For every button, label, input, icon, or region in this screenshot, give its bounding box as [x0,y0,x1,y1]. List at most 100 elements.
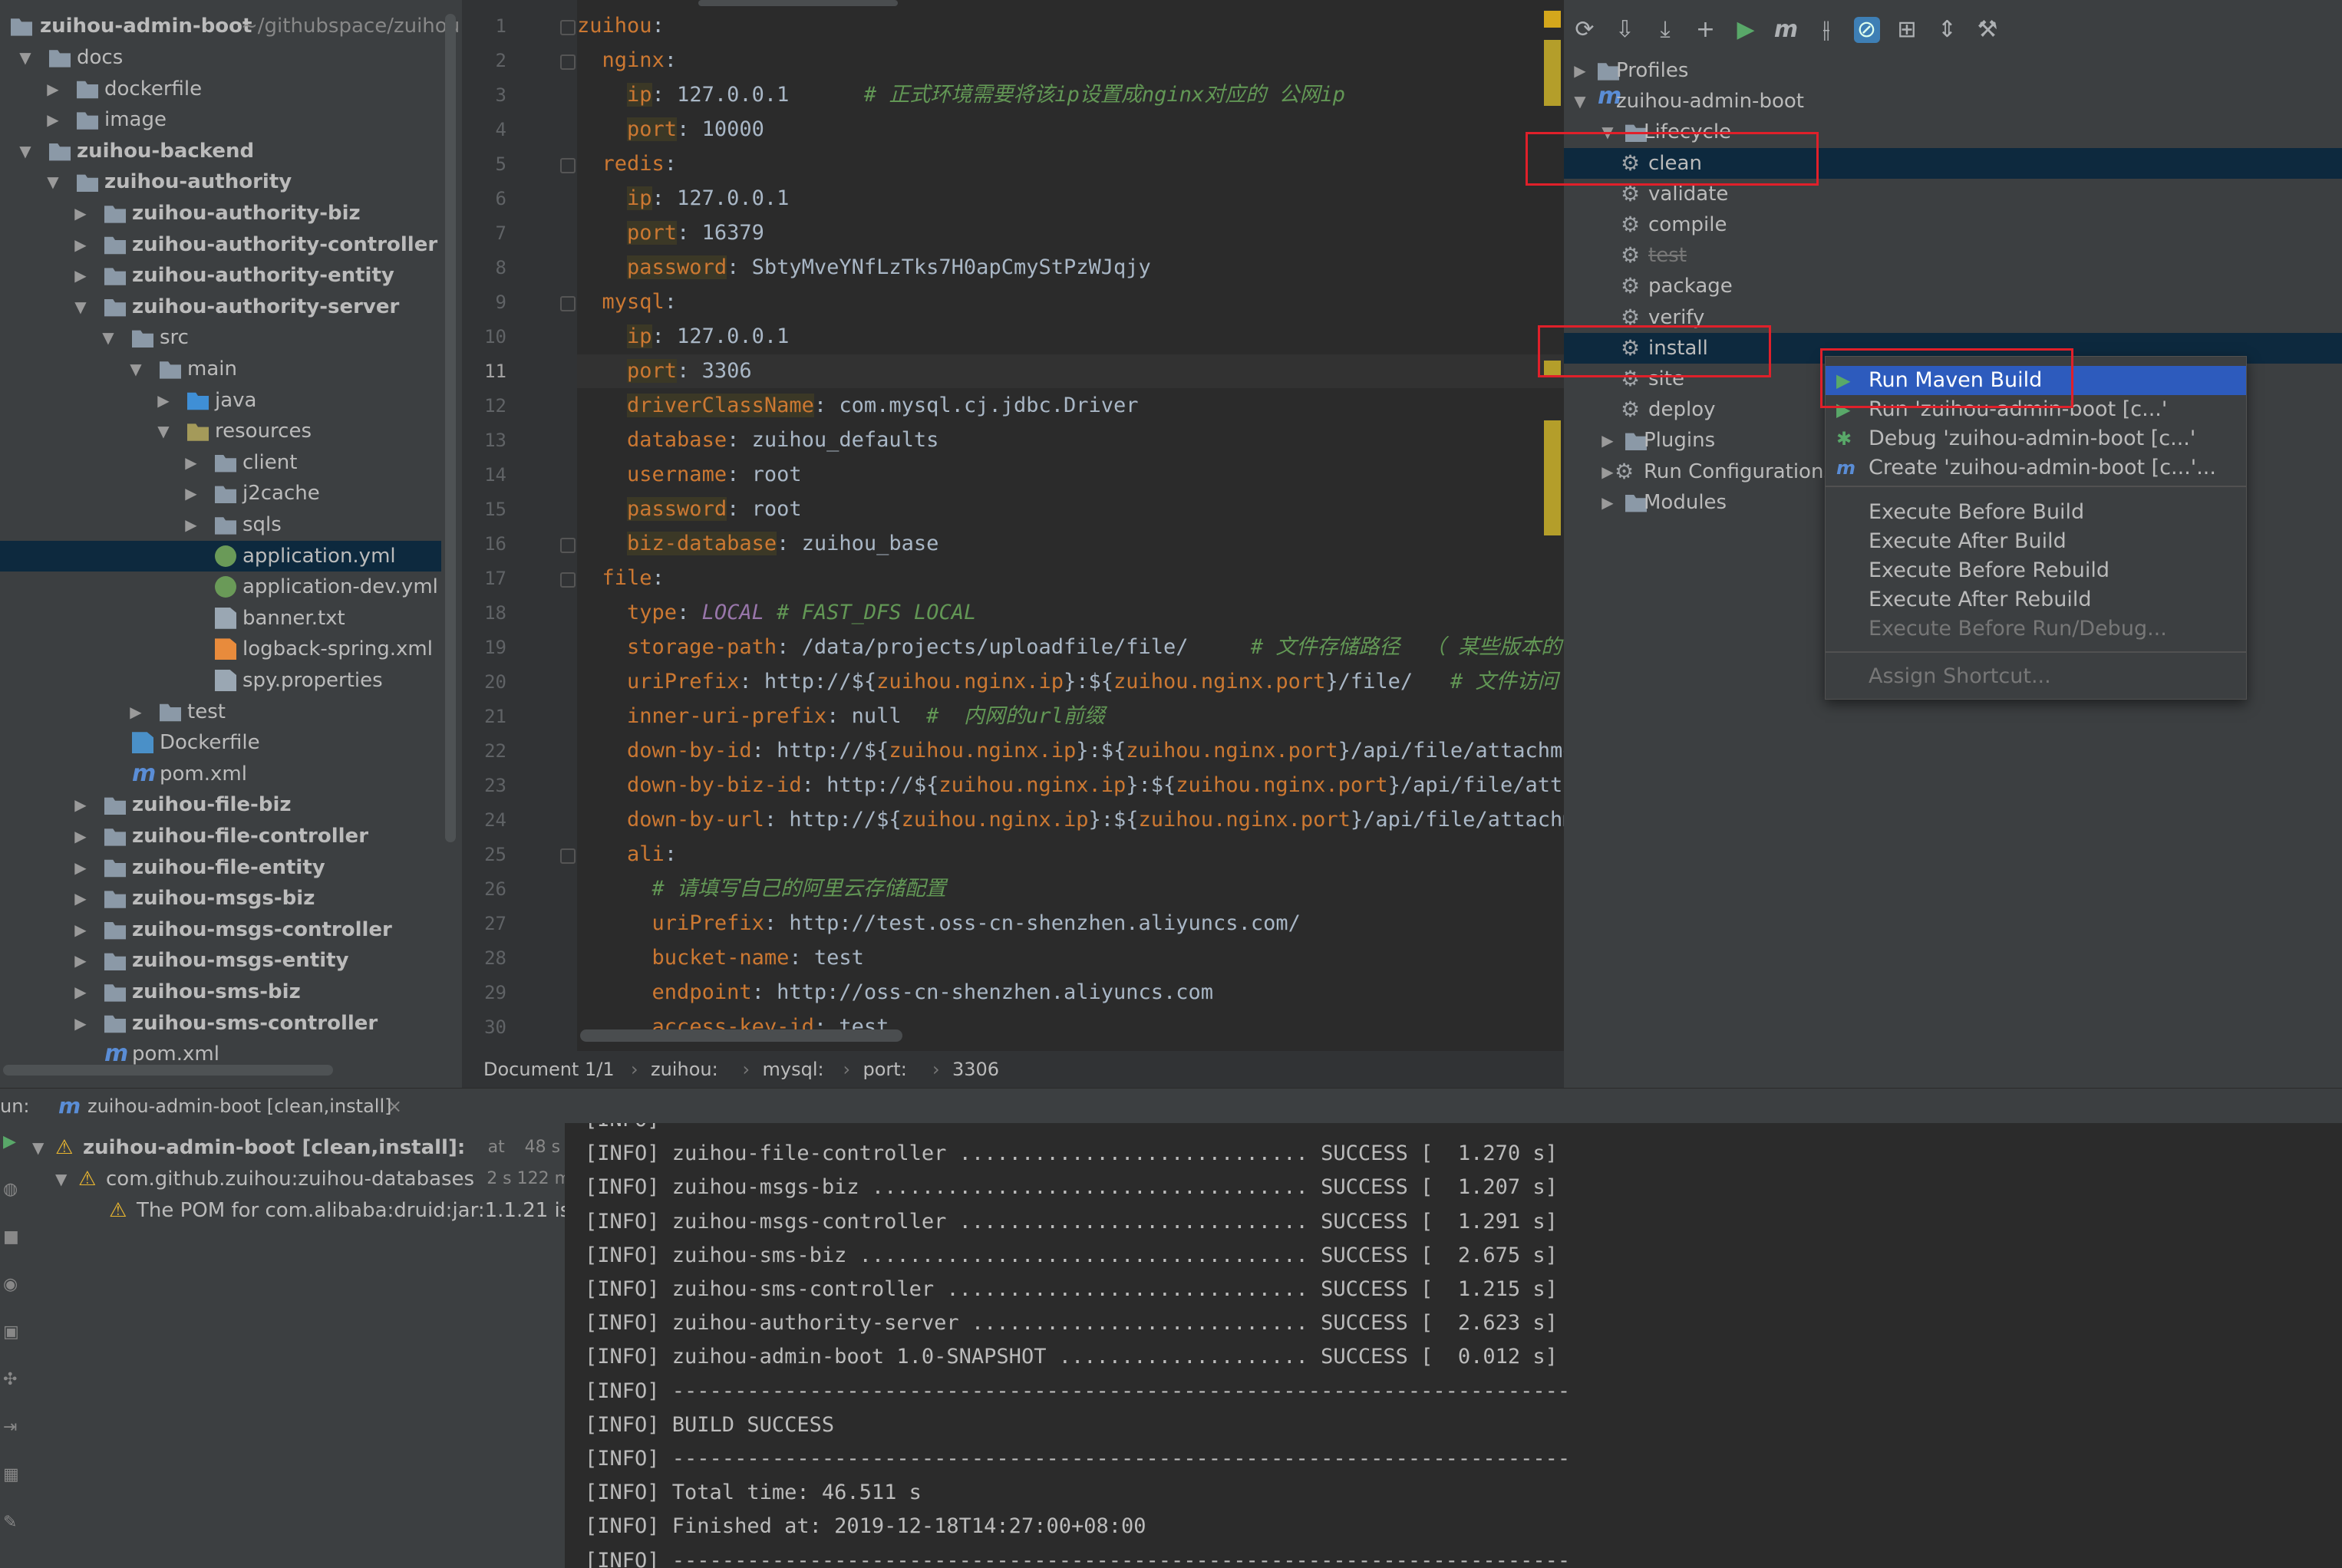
breadcrumb-item[interactable]: mysql: [763,1051,824,1088]
code-line[interactable]: ip: 127.0.0.1 [577,182,789,216]
fold-marker-icon[interactable] [560,158,576,173]
marker-block[interactable] [1544,420,1561,535]
code-line[interactable]: username: root [577,458,802,492]
rerun-icon[interactable]: ▶ [3,1132,23,1152]
collapse-all-icon[interactable]: ⇕ [1935,17,1961,43]
code-line[interactable]: password: root [577,492,802,526]
code-line[interactable]: type: LOCAL # FAST_DFS LOCAL [577,596,976,630]
close-tab-icon[interactable]: × [387,1089,402,1124]
toggle-offline-icon[interactable]: ⫲ [1813,17,1839,43]
chevron-right-icon[interactable]: ▶ [72,977,89,1007]
code-line[interactable]: ali: [577,838,677,871]
maven-tree-item[interactable]: ⚙ test [1564,240,2342,271]
tree-item[interactable]: application-dev.yml [0,572,441,602]
tree-item[interactable]: ▼ resources [0,416,441,446]
chevron-right-icon[interactable]: ▶ [72,852,89,883]
tree-item[interactable]: ▶ zuihou-authority-biz [0,198,441,229]
code-line[interactable]: uriPrefix: http://test.oss-cn-shenzhen.a… [577,907,1301,940]
tree-item[interactable]: logback-spring.xml [0,634,441,664]
breadcrumb-item[interactable]: Document 1/1 [483,1051,615,1088]
tree-item[interactable]: m pom.xml [0,759,441,789]
pin-icon[interactable]: ✎ [3,1513,23,1533]
chevron-down-icon[interactable]: ▼ [1572,86,1588,117]
chevron-right-icon[interactable]: ▶ [72,914,89,945]
chevron-down-icon[interactable]: ▼ [100,322,117,353]
code-line[interactable]: port: 10000 [577,113,764,147]
tree-item[interactable]: ▶ j2cache [0,478,441,509]
chevron-down-icon[interactable]: ▼ [45,166,61,197]
warning-marker[interactable] [1544,11,1561,28]
code-line[interactable]: password: SbtyMveYNfLzTks7H0apCmyStPzWJq… [577,251,1151,285]
chevron-right-icon[interactable]: ▶ [72,260,89,291]
chevron-right-icon[interactable]: ▶ [45,104,61,135]
chevron-right-icon[interactable]: ▶ [1599,456,1616,487]
chevron-right-icon[interactable]: ▶ [72,1008,89,1039]
tree-item[interactable]: ▶ zuihou-sms-biz [0,977,441,1007]
plus-icon[interactable]: + [1693,17,1719,43]
code-line[interactable]: storage-path: /data/projects/uploadfile/… [577,631,1562,664]
context-menu-item[interactable]: Execute Before Build [1826,498,2246,527]
project-vertical-scrollbar[interactable] [445,14,456,842]
marker-block[interactable] [1544,40,1561,106]
code-line[interactable]: zuihou: [577,9,665,43]
tree-item[interactable]: ▼ zuihou-backend [0,136,441,166]
chevron-down-icon[interactable]: ▼ [127,354,144,384]
tree-item[interactable]: ▼ zuihou-authority-server [0,292,441,322]
chevron-down-icon[interactable]: ▼ [55,1164,67,1194]
project-root[interactable]: zuihou-admin-boot ~/githubspace/zuihou [0,11,460,41]
tree-item[interactable]: ▶ test [0,697,441,727]
chevron-down-icon[interactable]: ▼ [32,1132,44,1163]
chevron-right-icon[interactable]: ▶ [72,883,89,914]
chevron-right-icon[interactable]: ▶ [72,198,89,229]
maven-goal-icon[interactable]: m [1773,17,1799,43]
chevron-right-icon[interactable]: ▶ [183,509,200,540]
code-line[interactable]: port: 3306 [577,354,1564,388]
run-tab-label[interactable]: zuihou-admin-boot [clean,install] [87,1089,391,1124]
run-icon[interactable]: ▶ [1733,17,1759,43]
context-menu-item[interactable]: Execute After Build [1826,527,2246,556]
chevron-down-icon[interactable]: ▼ [155,416,172,446]
code-line[interactable]: database: zuihou_defaults [577,423,938,457]
tree-item[interactable]: ▶ zuihou-msgs-entity [0,945,441,976]
tree-item[interactable]: ▼ src [0,322,441,353]
tree-item[interactable]: ▶ zuihou-authority-entity [0,260,441,291]
fold-marker-icon[interactable] [560,296,576,311]
chevron-right-icon[interactable]: ▶ [72,821,89,852]
fold-marker-icon[interactable] [560,54,576,70]
maven-tree-item[interactable]: ▼ m zuihou-admin-boot [1564,85,2342,117]
refresh-icon[interactable]: ⟳ [1572,17,1598,43]
tree-item[interactable]: banner.txt [0,603,441,634]
export-icon[interactable]: ⇥ [3,1418,23,1438]
context-menu-item[interactable]: m Create 'zuihou-admin-boot [c...'... [1826,453,2246,483]
maven-tree-item[interactable]: ⚙ package [1564,271,2342,301]
breadcrumb-item[interactable]: port: [863,1051,907,1088]
settings-wrench-icon[interactable]: ⚒ [1974,17,2001,43]
fold-marker-icon[interactable] [560,20,576,35]
layout-icon[interactable]: ▦ [3,1465,23,1485]
code-line[interactable]: redis: [577,147,678,181]
chevron-right-icon[interactable]: ▶ [1572,55,1588,86]
eye-icon[interactable]: ◉ [3,1275,23,1295]
editor-horizontal-scrollbar[interactable] [580,1029,902,1042]
code-line[interactable]: inner-uri-prefix: null # 内网的url前缀 [577,700,1105,733]
tree-item[interactable]: ▼ main [0,354,441,384]
chevron-right-icon[interactable]: ▶ [183,447,200,478]
maven-tree-item[interactable]: ⚙ compile [1564,209,2342,240]
chevron-right-icon[interactable]: ▶ [45,74,61,104]
code-line[interactable]: mysql: [577,285,678,319]
code-line[interactable]: uriPrefix: http://${zuihou.nginx.ip}:${z… [577,665,1564,699]
code-line[interactable]: ip: 127.0.0.1 [577,320,789,354]
code-line[interactable]: biz-database: zuihou_base [577,527,938,561]
code-line[interactable]: nginx: [577,44,678,77]
code-line[interactable]: bucket-name: test [577,941,864,975]
skip-tests-icon[interactable]: ⊘ [1853,17,1880,43]
code-line[interactable]: down-by-id: http://${zuihou.nginx.ip}:${… [577,734,1564,768]
chevron-down-icon[interactable]: ▼ [17,42,34,73]
toggle-icon[interactable]: ✣ [3,1370,23,1390]
breadcrumb-item[interactable]: 3306 [952,1051,999,1088]
chevron-down-icon[interactable]: ▼ [72,292,89,322]
chevron-right-icon[interactable]: ▶ [1599,487,1616,518]
tree-item[interactable]: ▶ zuihou-file-controller [0,821,441,852]
download-icon[interactable]: ⤓ [1652,17,1678,43]
yaml-editor[interactable]: zuihou: nginx: ip: 127.0.0.1 # 正式环境需要将该i… [577,0,1564,1051]
